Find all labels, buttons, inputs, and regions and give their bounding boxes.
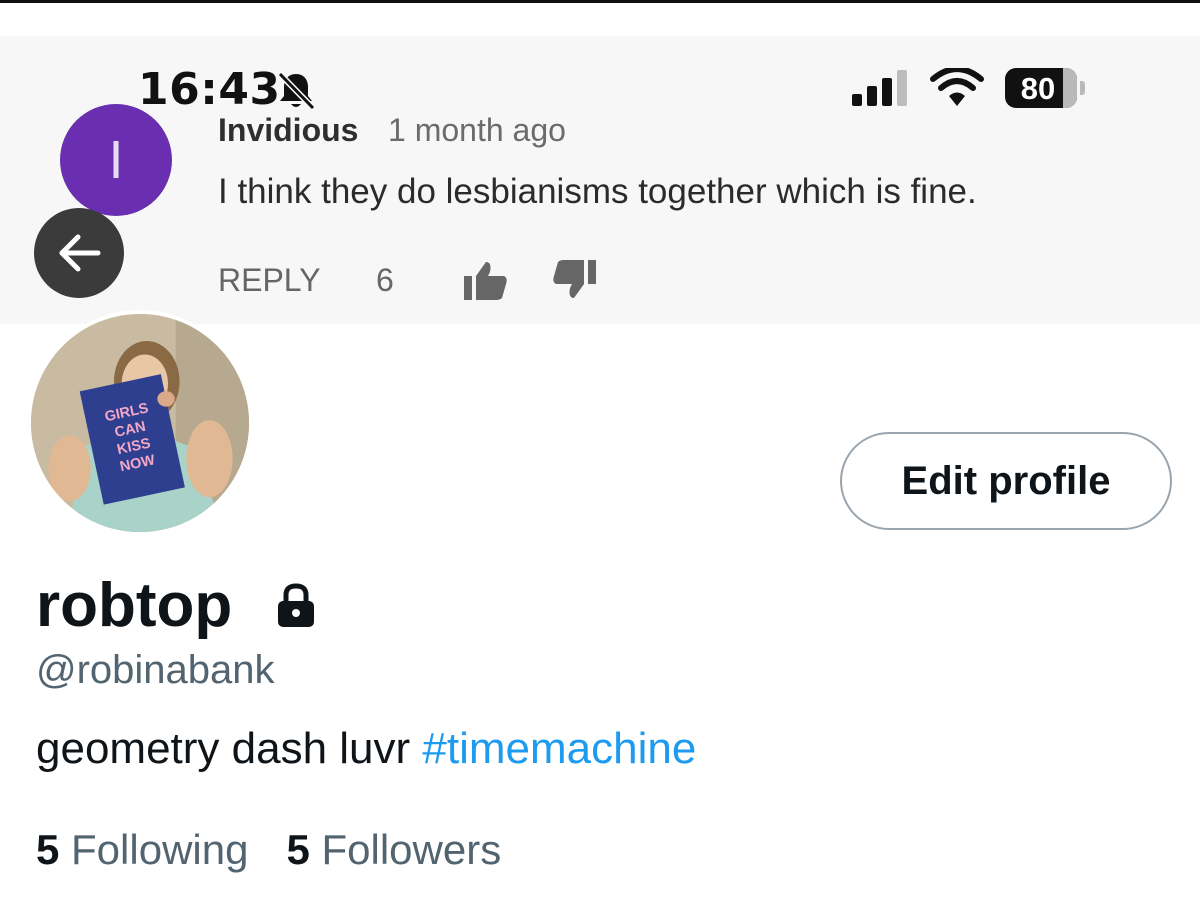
top-divider (0, 0, 1200, 3)
comment-timestamp: 1 month ago (388, 112, 566, 148)
avatar-photo: GIRLS CAN KISS NOW (31, 314, 249, 532)
follow-stats: 5 Following 5 Followers (36, 826, 501, 874)
followers-link[interactable]: 5 Followers (286, 826, 501, 873)
profile-bio: geometry dash luvr #timemachine (36, 724, 696, 774)
comment-reply-button: REPLY (218, 262, 321, 298)
bio-text: geometry dash luvr (36, 724, 423, 773)
profile-handle: @robinabank (36, 648, 275, 692)
comment-like-count: 6 (376, 262, 394, 298)
thumb-up-icon (464, 262, 507, 300)
comment-text: I think they do lesbianisms together whi… (218, 172, 977, 211)
following-link[interactable]: 5 Following (36, 826, 248, 873)
followers-count: 5 (286, 826, 310, 873)
battery-body: 80 (1005, 68, 1077, 108)
comment-author: Invidious (218, 112, 359, 148)
wifi-icon (930, 68, 984, 106)
bio-hashtag-link[interactable]: #timemachine (422, 724, 696, 773)
display-name: robtop (36, 571, 233, 640)
bell-slash-icon (277, 71, 316, 111)
lock-icon (278, 583, 314, 627)
comment-avatar: I (60, 104, 172, 216)
edit-profile-button[interactable]: Edit profile (840, 432, 1172, 530)
back-button[interactable] (34, 208, 124, 298)
battery-percent: 80 (1020, 71, 1056, 106)
thumb-down-icon (553, 260, 596, 298)
status-time: 16:43 (138, 64, 281, 115)
battery-cap (1080, 81, 1085, 95)
battery-icon: 80 (1005, 68, 1085, 108)
following-count: 5 (36, 826, 60, 873)
arrow-left-icon (59, 234, 101, 272)
followers-label: Followers (321, 826, 502, 873)
following-label: Following (71, 826, 249, 873)
profile-avatar[interactable]: GIRLS CAN KISS NOW (27, 310, 253, 536)
cellular-signal-icon (852, 70, 907, 106)
